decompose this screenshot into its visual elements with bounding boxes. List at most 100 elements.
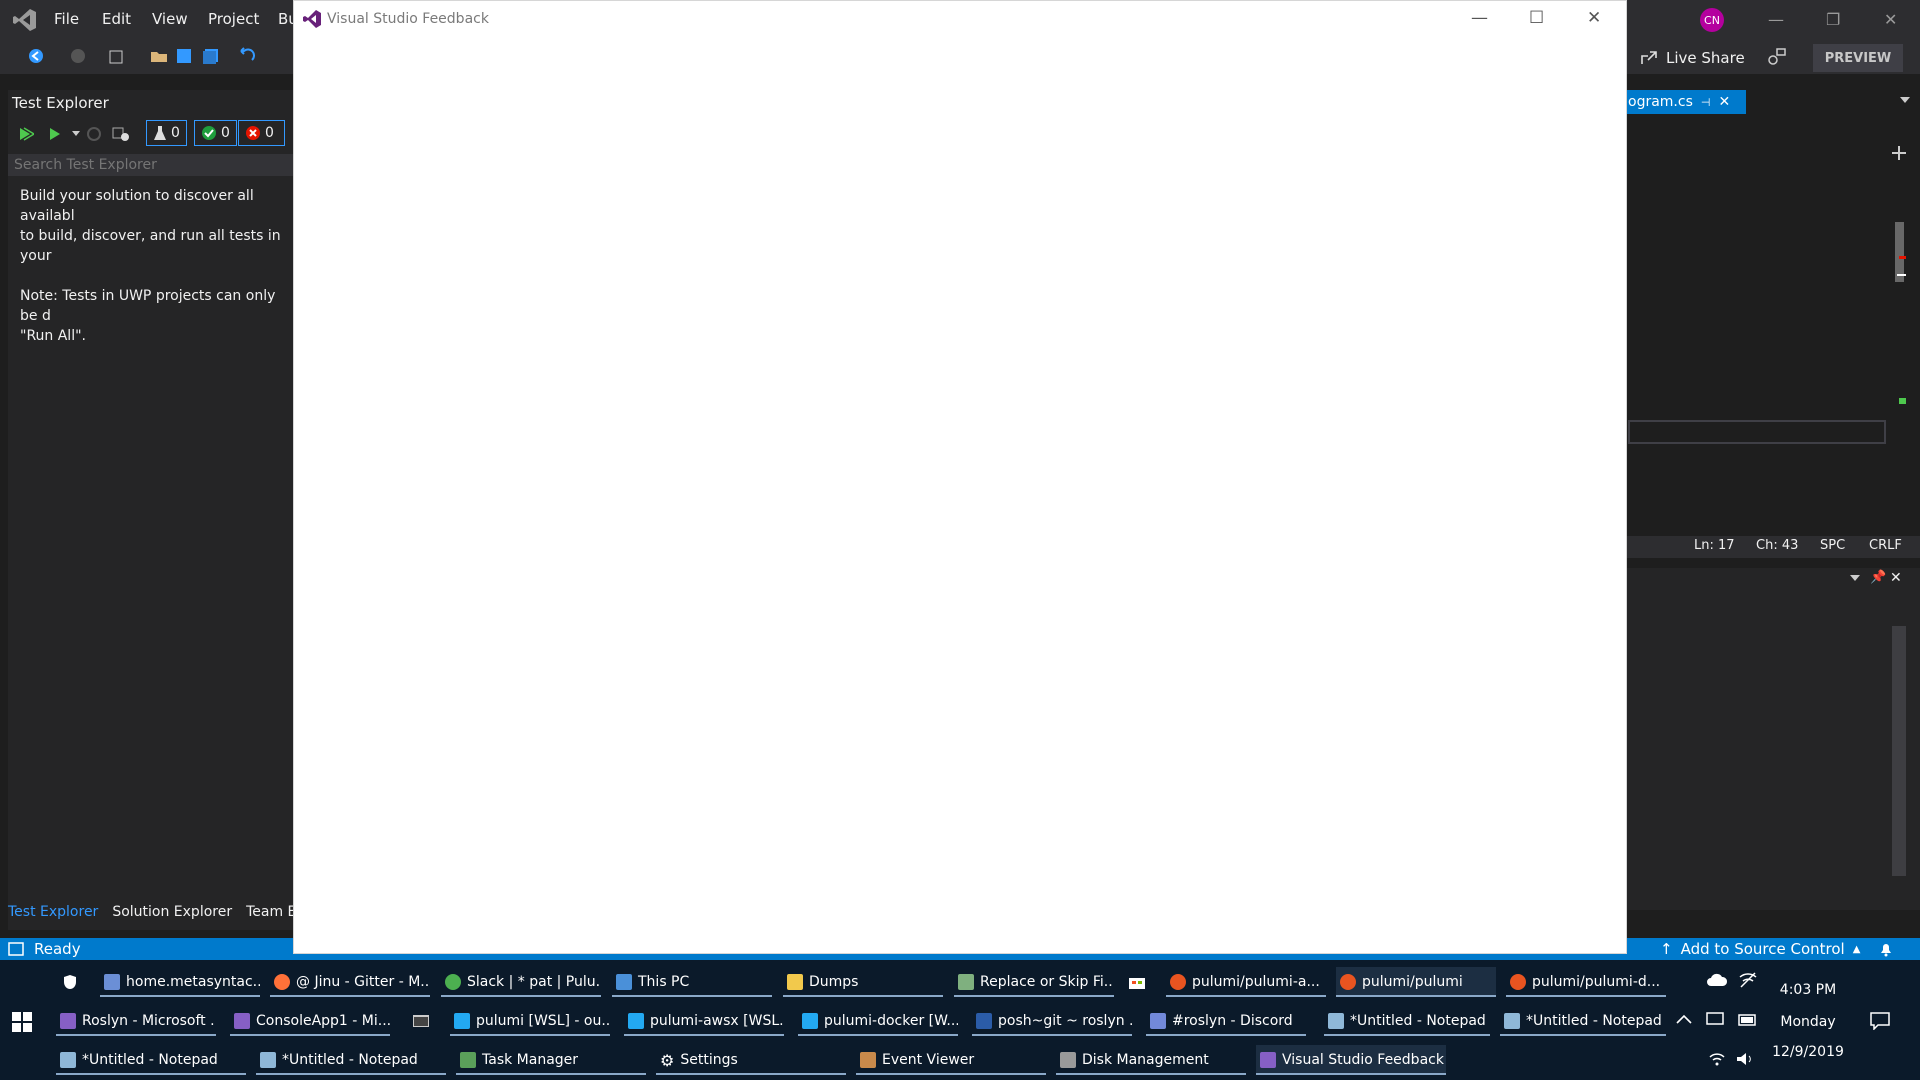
split-editor-icon[interactable]: [1892, 146, 1906, 160]
line-ending[interactable]: CRLF: [1869, 538, 1902, 553]
code-editor[interactable]: [1626, 116, 1891, 536]
volume-icon[interactable]: [1736, 1052, 1756, 1066]
undo-icon[interactable]: [238, 47, 256, 63]
feedback-maximize-icon[interactable]: ☐: [1529, 8, 1544, 28]
run-all-icon[interactable]: [18, 126, 34, 142]
taskbar-item-vscode-pulumi-docker[interactable]: pulumi-docker [W...: [798, 1006, 958, 1036]
close-tab-icon[interactable]: ✕: [1718, 94, 1730, 110]
taskbar-item-this-pc[interactable]: This PC: [612, 967, 772, 997]
taskbar-item-vscode-pulumi-awsx[interactable]: pulumi-awsx [WSL...: [624, 1006, 784, 1036]
taskbar-item-notepad-3[interactable]: *Untitled - Notepad: [56, 1045, 246, 1075]
taskbar-item-ubuntu-pulumi-d[interactable]: pulumi/pulumi-d...: [1506, 967, 1666, 997]
gear-icon: ⚙: [660, 1050, 675, 1070]
tab-overflow-icon[interactable]: [1900, 96, 1910, 104]
taskbar-item-settings[interactable]: ⚙ Settings: [656, 1045, 846, 1075]
forward-icon[interactable]: [70, 48, 86, 64]
failed-tests-counter[interactable]: 0: [238, 120, 285, 146]
network-disconnected-icon[interactable]: [1738, 972, 1758, 988]
panel-pin-icon[interactable]: 📌: [1870, 570, 1886, 585]
taskbar-item-remote-desktop[interactable]: home.metasyntac...: [100, 967, 260, 997]
taskbar-item-event-viewer[interactable]: Event Viewer: [856, 1045, 1046, 1075]
vscode-icon: [628, 1013, 644, 1029]
feedback-close-icon[interactable]: ✕: [1587, 8, 1601, 28]
document-tab[interactable]: ogram.cs ⊣ ✕: [1626, 90, 1746, 114]
line-number[interactable]: Ln: 17: [1694, 538, 1735, 553]
defender-shield-icon[interactable]: [62, 974, 78, 990]
flask-icon: [153, 125, 167, 141]
run-dropdown-icon[interactable]: [72, 131, 80, 137]
taskbar-item-vscode-pulumi[interactable]: pulumi [WSL] - ou...: [450, 1006, 610, 1036]
feedback-window[interactable]: [293, 0, 1627, 954]
tray-expand-chevron-icon[interactable]: [1676, 1014, 1692, 1024]
taskbar-item-disk-management[interactable]: Disk Management: [1056, 1045, 1246, 1075]
pin-icon[interactable]: ⊣: [1701, 96, 1711, 109]
taskbar-item-notepad-4[interactable]: *Untitled - Notepad: [256, 1045, 446, 1075]
new-project-icon[interactable]: [108, 48, 126, 64]
save-icon[interactable]: [176, 48, 192, 64]
column-number[interactable]: Ch: 43: [1756, 538, 1798, 553]
total-tests-counter[interactable]: 0: [146, 120, 187, 146]
add-to-source-control-button[interactable]: ↑ Add to Source Control ▲: [1660, 940, 1860, 958]
refresh-icon[interactable]: [86, 126, 102, 142]
action-center-icon[interactable]: [1870, 1012, 1890, 1030]
back-icon[interactable]: [28, 48, 44, 64]
taskbar-item-task-manager[interactable]: Task Manager: [456, 1045, 646, 1075]
test-search-input[interactable]: [8, 154, 295, 176]
tab-solution-explorer[interactable]: Solution Explorer: [112, 904, 232, 926]
tab-test-explorer[interactable]: Test Explorer: [8, 904, 98, 926]
run-icon[interactable]: [48, 126, 62, 142]
user-avatar[interactable]: CN: [1700, 8, 1724, 32]
taskbar-label: Event Viewer: [882, 1052, 975, 1068]
taskbar-item-notepad-1[interactable]: *Untitled - Notepad: [1324, 1006, 1490, 1036]
taskbar-item-replace-or-skip[interactable]: Replace or Skip Fi...: [954, 967, 1114, 997]
output-window-icon[interactable]: [8, 942, 24, 956]
cancel-run-icon[interactable]: [112, 126, 130, 142]
menu-file[interactable]: File: [54, 10, 79, 28]
editor-scrollbar[interactable]: [1893, 166, 1906, 516]
onedrive-cloud-icon[interactable]: [1706, 972, 1728, 988]
display-icon[interactable]: [1706, 1012, 1724, 1028]
taskbar-item-firefox-gitter[interactable]: @ Jinu - Gitter - M...: [270, 967, 430, 997]
taskbar-item-discord[interactable]: #roslyn - Discord: [1146, 1006, 1306, 1036]
taskbar-item-ubuntu-pulumi[interactable]: pulumi/pulumi: [1336, 967, 1496, 997]
notifications-bell-icon[interactable]: [1878, 941, 1894, 957]
editor-input-box[interactable]: [1628, 420, 1886, 444]
taskbar-item-vs-feedback[interactable]: Visual Studio Feedback: [1256, 1045, 1446, 1075]
taskbar-item-powershell[interactable]: posh~git ~ roslyn ...: [972, 1006, 1132, 1036]
taskbar-item-consoleapp1-vs[interactable]: ConsoleApp1 - Mi...: [230, 1006, 390, 1036]
visual-studio-logo-icon[interactable]: [12, 7, 38, 33]
taskbar-item-roslyn-vs[interactable]: Roslyn - Microsoft ...: [56, 1006, 216, 1036]
taskbar-item-notepad-2[interactable]: *Untitled - Notepad: [1500, 1006, 1666, 1036]
taskbar-item-ubuntu-pulumi-a[interactable]: pulumi/pulumi-a...: [1166, 967, 1326, 997]
feedback-minimize-icon[interactable]: —: [1471, 8, 1488, 28]
windows-start-icon[interactable]: [12, 1012, 32, 1032]
live-share-button[interactable]: Live Share: [1640, 40, 1745, 76]
indent-mode[interactable]: SPC: [1820, 538, 1845, 553]
menu-edit[interactable]: Edit: [102, 10, 131, 28]
discord-icon: [1150, 1013, 1166, 1029]
panel-scrollbar[interactable]: [1892, 626, 1906, 876]
battery-icon[interactable]: [1738, 1014, 1758, 1026]
taskbar-item-chrome-slack[interactable]: Slack | * pat | Pulu...: [441, 967, 601, 997]
save-all-icon[interactable]: [202, 48, 220, 64]
preview-button[interactable]: PREVIEW: [1813, 44, 1903, 72]
wifi-icon[interactable]: [1708, 1052, 1726, 1066]
clock-date[interactable]: 12/9/2019: [1766, 1044, 1850, 1060]
panel-close-icon[interactable]: ✕: [1890, 570, 1902, 586]
clock-time[interactable]: 4:03 PM: [1766, 982, 1850, 998]
vs-minimize-icon[interactable]: —: [1768, 10, 1784, 29]
feedback-person-icon[interactable]: [1766, 48, 1786, 66]
taskbar-label: This PC: [638, 974, 690, 990]
taskbar-label: Visual Studio Feedback: [1282, 1052, 1444, 1068]
menu-view[interactable]: View: [152, 10, 188, 28]
passed-tests-counter[interactable]: 0: [194, 120, 237, 146]
terminal-icon[interactable]: [412, 1014, 430, 1028]
menu-project[interactable]: Project: [208, 10, 259, 28]
clock-day[interactable]: Monday: [1766, 1014, 1850, 1030]
vs-close-icon[interactable]: ✕: [1884, 10, 1897, 29]
open-folder-icon[interactable]: [150, 48, 168, 64]
taskbar-item-dumps[interactable]: Dumps: [783, 967, 943, 997]
panel-dropdown-icon[interactable]: [1850, 574, 1860, 582]
store-bag-icon[interactable]: [1128, 974, 1146, 990]
vs-restore-icon[interactable]: ❐: [1826, 10, 1840, 29]
